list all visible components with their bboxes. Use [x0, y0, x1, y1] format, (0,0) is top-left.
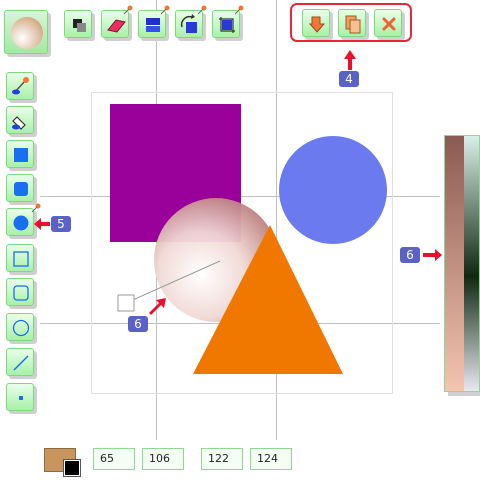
fill-bucket-tool-icon [12, 116, 26, 130]
eraser-icon [107, 19, 126, 33]
pin-icon [234, 5, 244, 15]
side-tool-filled-rounded-rect[interactable] [6, 174, 34, 202]
palette-gradient-left[interactable] [445, 136, 464, 391]
blue-circle-shape[interactable] [279, 136, 387, 244]
arrow-up-annotation-icon [344, 50, 356, 70]
fill-color-icon [146, 18, 160, 32]
line-tool-icon [13, 355, 29, 371]
secondary-color-swatch[interactable] [63, 459, 81, 477]
side-tool-line[interactable] [6, 348, 34, 376]
side-tool-rectangle-outline[interactable] [6, 244, 34, 272]
side-tool-filled-ellipse[interactable] [6, 203, 41, 236]
coordinate-field-4[interactable]: 124 [250, 448, 292, 470]
rounded-rect-outline-tool-icon [13, 285, 29, 301]
arrow-right-annotation-icon [423, 249, 442, 261]
annotation-badge-6-canvas: 6 [128, 316, 148, 332]
coordinate-field-1[interactable]: 65 [93, 448, 135, 470]
canvas-shapes-layer [110, 104, 387, 374]
close-icon [382, 17, 396, 31]
selection-handle-box[interactable] [117, 294, 135, 312]
arrow-left-annotation-icon [34, 218, 50, 230]
filled-rectangle-tool-icon [14, 148, 28, 162]
coordinate-field-3[interactable]: 122 [201, 448, 243, 470]
close-button[interactable] [374, 9, 402, 37]
layer-order-button[interactable] [64, 10, 92, 38]
rectangle-outline-tool-icon [13, 251, 29, 267]
crop-button[interactable] [212, 5, 244, 38]
preview-sphere-icon [11, 17, 43, 49]
side-tool-filled-rectangle[interactable] [6, 140, 34, 168]
pin-icon [123, 5, 133, 15]
line-pen-tool-icon [12, 77, 29, 95]
annotation-badge-6-palette: 6 [400, 247, 420, 263]
rotate-icon [180, 14, 197, 33]
color-palette-panel[interactable] [444, 135, 480, 392]
filled-ellipse-tool-icon [13, 215, 29, 231]
rotate-button[interactable] [175, 5, 207, 38]
arrow-diagonal-annotation-icon [149, 298, 166, 315]
move-down-button[interactable] [302, 9, 330, 37]
eraser-button[interactable] [101, 5, 133, 38]
side-tool-rounded-rect-outline[interactable] [6, 278, 34, 306]
pin-icon [197, 5, 207, 15]
pin-icon [160, 5, 170, 15]
side-tool-line-pen[interactable] [6, 72, 34, 100]
side-tool-fill-bucket[interactable] [6, 106, 34, 134]
ellipse-outline-tool-icon [12, 319, 30, 337]
coordinate-field-2[interactable]: 106 [142, 448, 184, 470]
copy-button[interactable] [338, 9, 366, 37]
side-tool-point[interactable] [6, 383, 34, 411]
point-tool-icon [19, 396, 23, 400]
move-down-icon [308, 16, 326, 33]
pin-icon [31, 203, 41, 213]
color-swatch-pair[interactable] [44, 448, 81, 477]
annotation-badge-5: 5 [51, 216, 71, 232]
annotation-badge-4: 4 [339, 71, 359, 87]
layer-order-icon [73, 19, 86, 32]
filled-rounded-rect-tool-icon [14, 182, 28, 196]
fill-color-button[interactable] [138, 5, 170, 38]
copy-icon [345, 15, 361, 34]
crop-icon [219, 17, 235, 33]
palette-gradient-right[interactable] [464, 136, 479, 391]
side-tool-ellipse-outline[interactable] [6, 313, 34, 341]
color-preview-thumbnail[interactable] [4, 10, 48, 54]
